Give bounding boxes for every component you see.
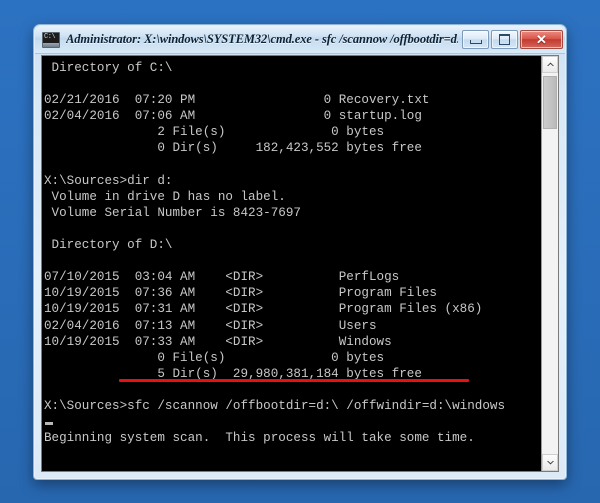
chevron-up-icon	[546, 62, 554, 66]
window-controls: ✕	[462, 30, 563, 49]
scroll-down-button[interactable]	[542, 454, 558, 471]
close-icon: ✕	[536, 32, 547, 47]
minimize-icon	[469, 39, 482, 44]
console-area: Directory of C:\ 02/21/2016 07:20 PM 0 R…	[41, 55, 559, 472]
scrollbar-thumb[interactable]	[543, 76, 557, 129]
console-caret	[45, 422, 53, 425]
maximize-icon	[499, 34, 510, 45]
minimize-button[interactable]	[462, 30, 489, 49]
maximize-button[interactable]	[491, 30, 518, 49]
cmd-icon-text: C:\	[44, 32, 56, 41]
vertical-scrollbar[interactable]	[541, 56, 558, 471]
scroll-up-button[interactable]	[542, 56, 558, 73]
cmd-icon-base	[43, 42, 59, 47]
cmd-console-icon: C:\	[42, 31, 60, 48]
command-prompt-window: C:\ Administrator: X:\windows\SYSTEM32\c…	[33, 24, 567, 480]
console-output-pane[interactable]: Directory of C:\ 02/21/2016 07:20 PM 0 R…	[42, 56, 541, 471]
chevron-down-icon	[546, 461, 554, 465]
close-button[interactable]: ✕	[520, 30, 563, 49]
scrollbar-track[interactable]	[542, 73, 558, 454]
window-title: Administrator: X:\windows\SYSTEM32\cmd.e…	[66, 32, 458, 46]
red-underline-annotation	[119, 379, 469, 382]
console-text: Directory of C:\ 02/21/2016 07:20 PM 0 R…	[44, 61, 506, 446]
window-title-bar[interactable]: C:\ Administrator: X:\windows\SYSTEM32\c…	[35, 26, 565, 54]
